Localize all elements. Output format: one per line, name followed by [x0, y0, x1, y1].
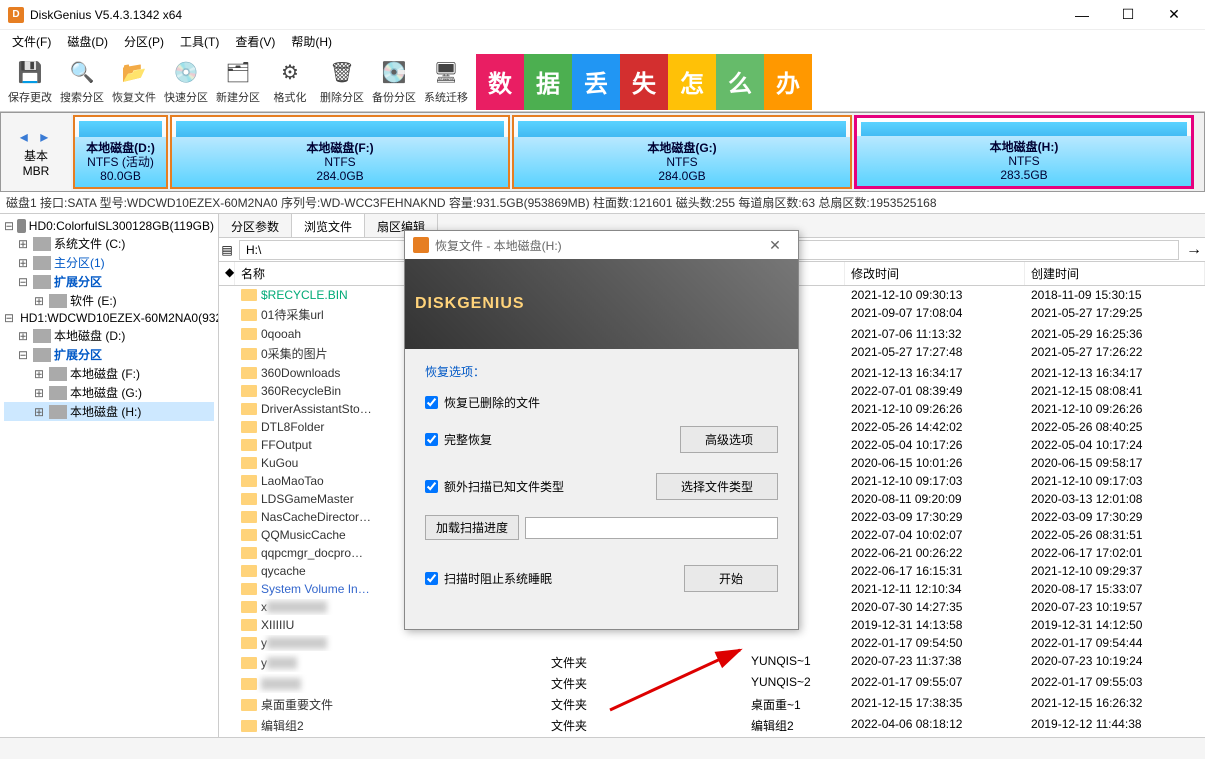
partition-本地磁盘(G:)[interactable]: 本地磁盘(G:)NTFS284.0GB — [512, 115, 852, 189]
file-row[interactable]: 编辑组2文件夹编辑组22022-04-06 08:18:122019-12-12… — [219, 715, 1205, 736]
tool-icon: 🗑 — [328, 59, 356, 87]
start-button[interactable]: 开始 — [684, 565, 778, 592]
tool-保存更改[interactable]: 💾保存更改 — [4, 54, 56, 110]
dialog-close-button[interactable]: ✕ — [760, 237, 790, 254]
tree-item[interactable]: ⊟HD0:ColorfulSL300128GB(119GB) — [4, 218, 214, 234]
menu-item[interactable]: 文件(F) — [4, 31, 59, 52]
dialog-banner: DISKGENIUS — [405, 259, 798, 349]
nav-arrows-icon: ◂ ▸ — [20, 127, 53, 147]
tool-icon: 🖥 — [432, 59, 460, 87]
disk-info-line: 磁盘1 接口:SATA 型号:WDCWD10EZEX-60M2NA0 序列号:W… — [0, 192, 1205, 214]
menu-item[interactable]: 工具(T) — [172, 31, 227, 52]
part-icon — [33, 237, 51, 251]
menu-item[interactable]: 磁盘(D) — [59, 31, 116, 52]
tool-icon: 💿 — [172, 59, 200, 87]
tree-item[interactable]: ⊟HD1:WDCWD10EZEX-60M2NA0(932G — [4, 310, 214, 326]
tree-item[interactable]: ⊞本地磁盘 (D:) — [4, 326, 214, 345]
toolbar: 💾保存更改🔍搜索分区📂恢复文件💿快速分区🗂新建分区⚙格式化🗑删除分区💽备份分区🖥… — [0, 52, 1205, 112]
part-icon — [49, 294, 67, 308]
opt-extra-scan[interactable]: 额外扫描已知文件类型 — [425, 478, 656, 495]
tree-item[interactable]: ⊞主分区(1) — [4, 253, 214, 272]
tool-icon: 💽 — [380, 59, 408, 87]
tool-icon: 🔍 — [68, 59, 96, 87]
disk-tree[interactable]: ⊟HD0:ColorfulSL300128GB(119GB)⊞系统文件 (C:)… — [0, 214, 219, 737]
part-icon — [49, 386, 67, 400]
tree-item[interactable]: ⊞系统文件 (C:) — [4, 234, 214, 253]
title-bar: D DiskGenius V5.4.3.1342 x64 — ☐ ✕ — [0, 0, 1205, 30]
tool-icon: 🗂 — [224, 59, 252, 87]
file-row[interactable]: 文件夹YUNQIS~22022-01-17 09:55:072022-01-17… — [219, 673, 1205, 694]
select-types-button[interactable]: 选择文件类型 — [656, 473, 778, 500]
tool-快速分区[interactable]: 💿快速分区 — [160, 54, 212, 110]
tool-删除分区[interactable]: 🗑删除分区 — [316, 54, 368, 110]
part-icon — [49, 405, 67, 419]
tool-icon: 💾 — [16, 59, 44, 87]
tree-item[interactable]: ⊞本地磁盘 (G:) — [4, 383, 214, 402]
tree-item[interactable]: ⊞本地磁盘 (F:) — [4, 364, 214, 383]
progress-path-field[interactable] — [525, 517, 778, 539]
tool-icon: 📂 — [120, 59, 148, 87]
dialog-title: 恢复文件 - 本地磁盘(H:) — [435, 237, 760, 254]
dialog-heading: 恢复选项： — [425, 363, 778, 380]
file-row[interactable]: {0087-0030-00FF-00E5-004…80 B文件RHS{0087-… — [219, 736, 1205, 737]
menu-bar: 文件(F)磁盘(D)分区(P)工具(T)查看(V)帮助(H) — [0, 30, 1205, 52]
disk-type-label: 基本 — [24, 147, 48, 164]
file-row[interactable]: 桌面重要文件文件夹桌面重~12021-12-15 17:38:352021-12… — [219, 694, 1205, 715]
path-icon: ▤ — [219, 243, 235, 257]
tool-系统迁移[interactable]: 🖥系统迁移 — [420, 54, 472, 110]
status-bar — [0, 737, 1205, 759]
part-icon — [33, 329, 51, 343]
tool-搜索分区[interactable]: 🔍搜索分区 — [56, 54, 108, 110]
advanced-options-button[interactable]: 高级选项 — [680, 426, 778, 453]
menu-item[interactable]: 帮助(H) — [283, 31, 340, 52]
maximize-button[interactable]: ☐ — [1105, 0, 1151, 30]
disk-nav[interactable]: ◂ ▸ 基本 MBR — [1, 113, 71, 191]
menu-item[interactable]: 查看(V) — [227, 31, 283, 52]
tab-浏览文件[interactable]: 浏览文件 — [292, 214, 365, 237]
tree-item[interactable]: ⊞软件 (E:) — [4, 291, 214, 310]
opt-full-recover[interactable]: 完整恢复 — [425, 431, 680, 448]
part-icon — [33, 256, 51, 270]
close-button[interactable]: ✕ — [1151, 0, 1197, 30]
file-row[interactable]: y2022-01-17 09:54:502022-01-17 09:54:44 — [219, 634, 1205, 652]
partition-本地磁盘(H:)[interactable]: 本地磁盘(H:)NTFS283.5GB — [854, 115, 1194, 189]
col-mod[interactable]: 修改时间 — [845, 262, 1025, 285]
disk-partition-bar: ◂ ▸ 基本 MBR 本地磁盘(D:)NTFS (活动)80.0GB本地磁盘(F… — [0, 112, 1205, 192]
window-title: DiskGenius V5.4.3.1342 x64 — [30, 8, 1059, 22]
promo-banner: 数据丢失怎么办 — [476, 54, 812, 110]
tree-item[interactable]: ⊞本地磁盘 (H:) — [4, 402, 214, 421]
tool-备份分区[interactable]: 💽备份分区 — [368, 54, 420, 110]
part-icon — [49, 367, 67, 381]
partition-本地磁盘(D:)[interactable]: 本地磁盘(D:)NTFS (活动)80.0GB — [73, 115, 168, 189]
tree-item[interactable]: ⊟扩展分区 — [4, 272, 214, 291]
tool-新建分区[interactable]: 🗂新建分区 — [212, 54, 264, 110]
opt-prevent-sleep[interactable]: 扫描时阻止系统睡眠 — [425, 570, 552, 587]
tab-分区参数[interactable]: 分区参数 — [219, 214, 292, 237]
path-go-button[interactable]: → — [1183, 241, 1205, 259]
tool-恢复文件[interactable]: 📂恢复文件 — [108, 54, 160, 110]
disk-scheme-label: MBR — [23, 164, 50, 178]
menu-item[interactable]: 分区(P) — [116, 31, 172, 52]
load-progress-button[interactable]: 加载扫描进度 — [425, 515, 519, 540]
app-icon: D — [8, 7, 24, 23]
tree-item[interactable]: ⊟扩展分区 — [4, 345, 214, 364]
dialog-icon — [413, 237, 429, 253]
part-icon — [33, 348, 51, 362]
part-icon — [33, 275, 51, 289]
tool-格式化[interactable]: ⚙格式化 — [264, 54, 316, 110]
recover-dialog: 恢复文件 - 本地磁盘(H:) ✕ DISKGENIUS 恢复选项： 恢复已删除… — [404, 230, 799, 630]
file-row[interactable]: y文件夹YUNQIS~12020-07-23 11:37:382020-07-2… — [219, 652, 1205, 673]
tool-icon: ⚙ — [276, 59, 304, 87]
partition-本地磁盘(F:)[interactable]: 本地磁盘(F:)NTFS284.0GB — [170, 115, 510, 189]
col-check[interactable]: ◆ — [219, 262, 235, 285]
disk-icon — [17, 219, 26, 233]
minimize-button[interactable]: — — [1059, 0, 1105, 30]
col-create[interactable]: 创建时间 — [1025, 262, 1205, 285]
opt-recover-deleted[interactable]: 恢复已删除的文件 — [425, 394, 778, 411]
